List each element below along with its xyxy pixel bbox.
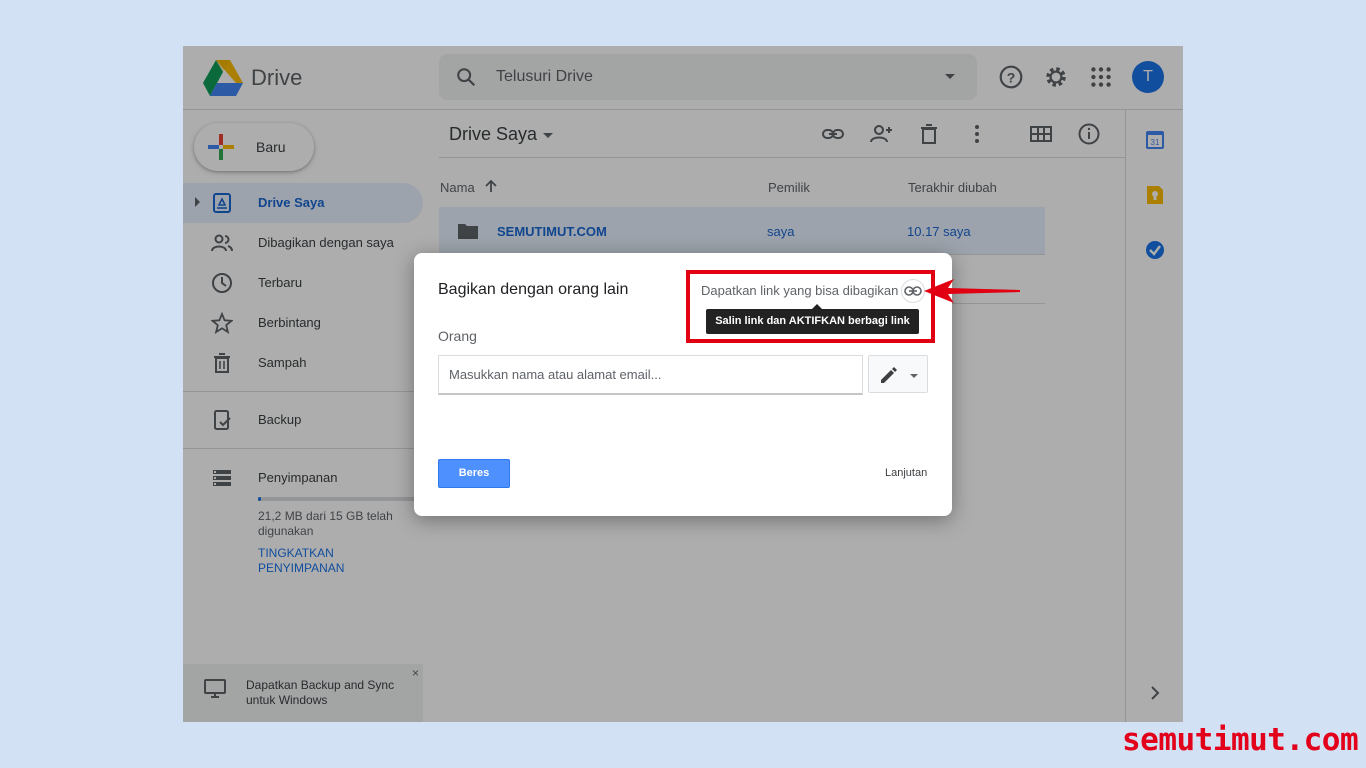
advanced-link[interactable]: Lanjutan (885, 467, 927, 479)
permission-dropdown[interactable] (868, 355, 928, 393)
pencil-icon (881, 367, 897, 383)
people-email-input[interactable] (438, 355, 863, 395)
chevron-down-icon (910, 374, 918, 378)
highlight-box (686, 270, 935, 343)
people-label: Orang (438, 328, 477, 344)
watermark: semutimut.com (1122, 722, 1359, 758)
dialog-title: Bagikan dengan orang lain (438, 281, 629, 298)
done-button[interactable]: Beres (438, 459, 510, 488)
pointer-arrow-icon (924, 279, 1020, 303)
